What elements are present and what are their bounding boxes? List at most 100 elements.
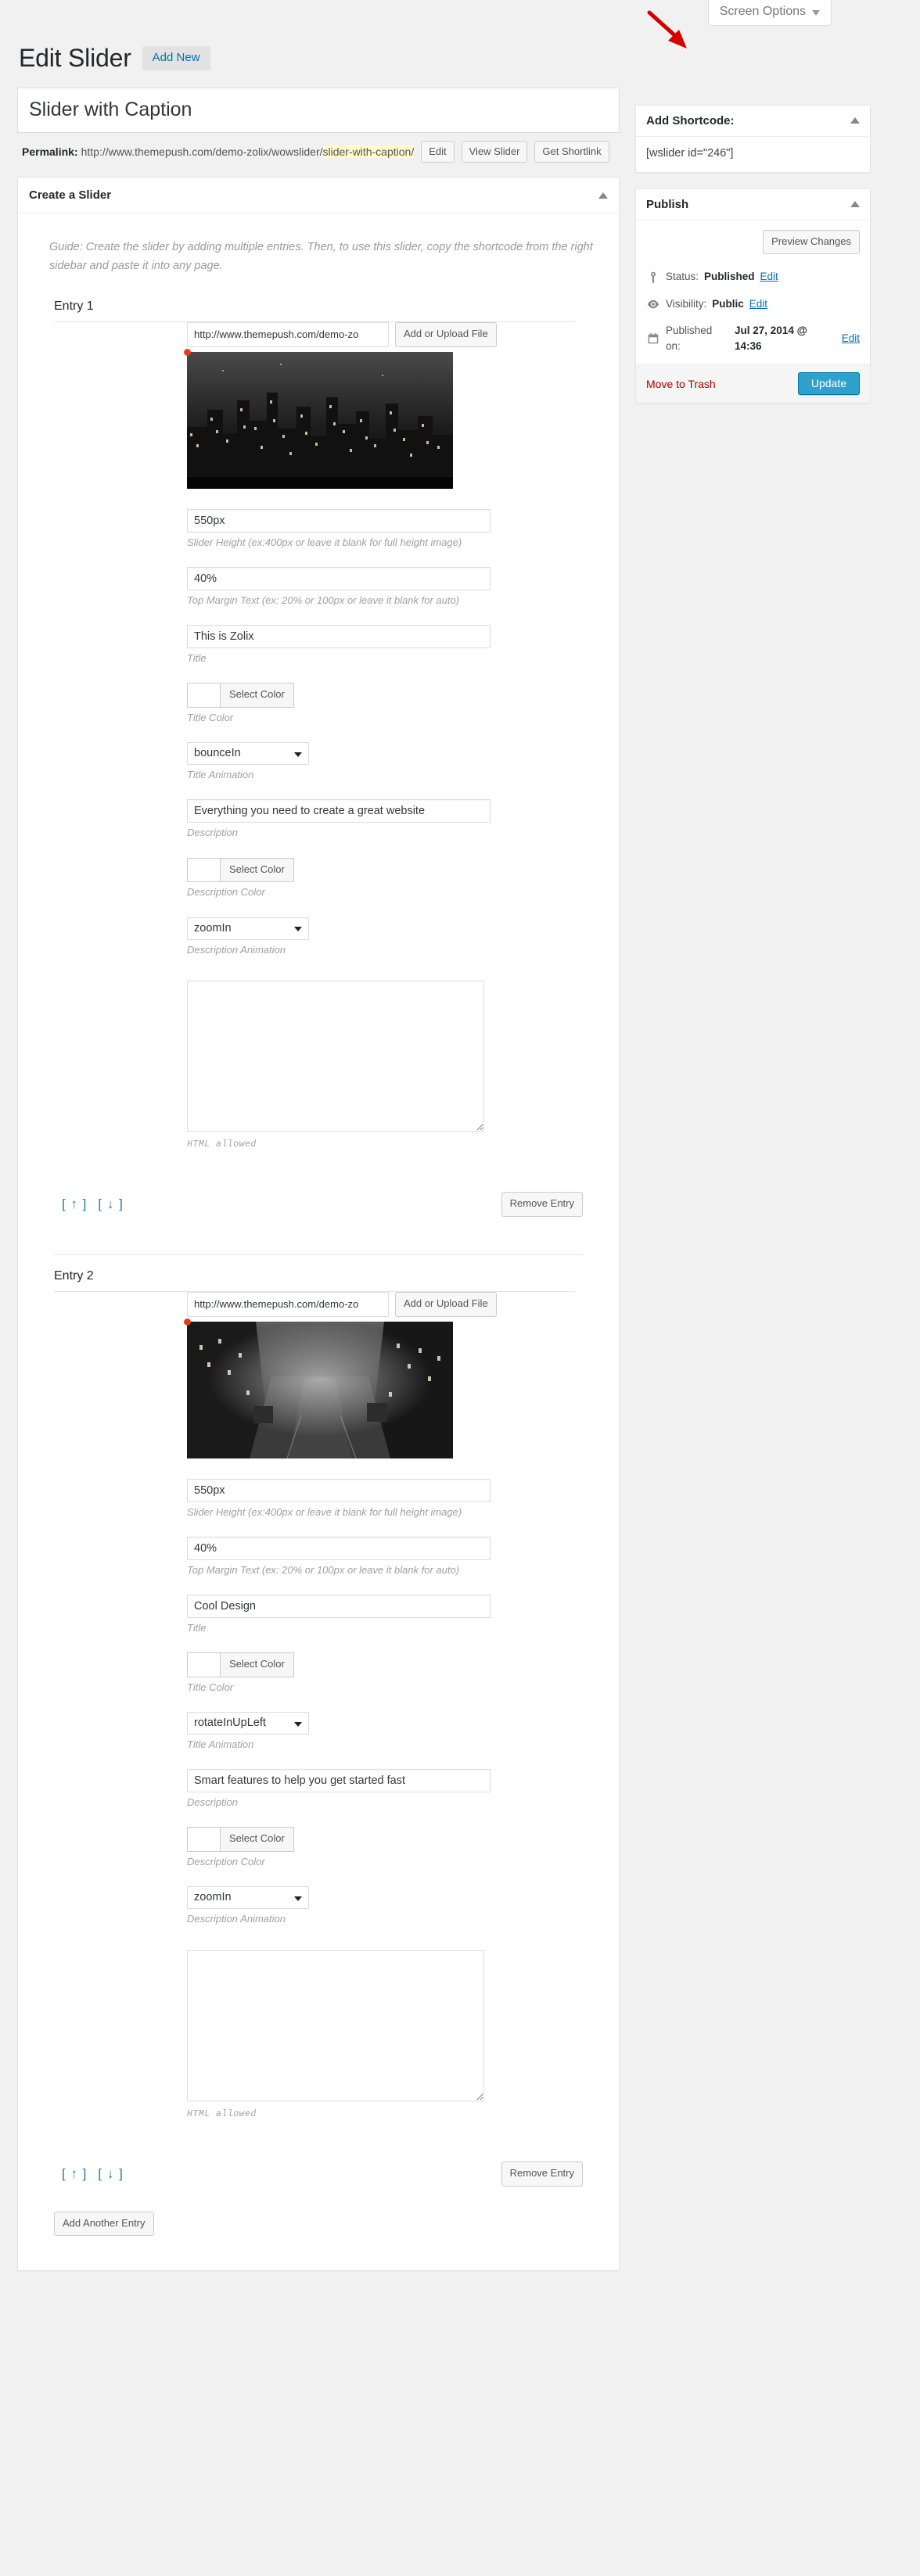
- entry-description-input[interactable]: [187, 799, 491, 823]
- slider-height-input[interactable]: [187, 1478, 491, 1502]
- title-color-picker[interactable]: Select Color: [187, 1652, 606, 1677]
- description-field: Description: [187, 799, 606, 840]
- create-slider-metabox-body: Guide: Create the slider by adding multi…: [18, 213, 619, 2270]
- add-shortcode-title: Add Shortcode:: [646, 113, 735, 127]
- shortcode-value[interactable]: [wslider id="246"]: [646, 145, 860, 161]
- description-field: Description: [187, 1769, 606, 1810]
- entry-move-links: [ ↑ ] [ ↓ ]: [62, 2166, 124, 2182]
- description-color-field: Select Color Description Color: [187, 857, 606, 900]
- title-animation-select[interactable]: rotateInUpLeft: [187, 1712, 309, 1735]
- edit-visibility-link[interactable]: Edit: [749, 296, 767, 312]
- entry-title-input[interactable]: [187, 1594, 491, 1618]
- entry-divider: [54, 1254, 583, 1255]
- slider-height-field: Slider Height (ex:400px or leave it blan…: [187, 508, 606, 550]
- entry-fields: Add or Upload File: [31, 1291, 606, 2138]
- publish-status-row: Status: Published Edit: [636, 264, 870, 290]
- description-select-color-button[interactable]: Select Color: [220, 1827, 294, 1853]
- entry-heading: Entry 2: [54, 1269, 575, 1292]
- move-to-trash-link[interactable]: Move to Trash: [646, 378, 716, 390]
- remove-image-icon[interactable]: [184, 348, 191, 356]
- screen-options-tab[interactable]: Screen Options: [707, 0, 832, 26]
- chevron-down-icon: [812, 9, 820, 16]
- remove-image-icon[interactable]: [184, 1318, 191, 1326]
- title-color-swatch[interactable]: [187, 1652, 220, 1677]
- major-publishing-actions: Move to Trash Update: [636, 364, 870, 404]
- title-animation-select-wrap[interactable]: rotateInUpLeft: [187, 1712, 309, 1735]
- title-animation-select-wrap[interactable]: bounceIn: [187, 742, 309, 766]
- image-url-input[interactable]: [187, 1291, 389, 1317]
- entry-description-label: Description: [187, 1796, 239, 1809]
- add-shortcode-header[interactable]: Add Shortcode:: [636, 106, 870, 137]
- title-select-color-button[interactable]: Select Color: [220, 683, 294, 709]
- title-animation-select[interactable]: bounceIn: [187, 742, 309, 766]
- add-shortcode-body: [wslider id="246"]: [636, 137, 870, 172]
- description-animation-select[interactable]: zoomIn: [187, 917, 309, 940]
- description-color-label: Description Color: [187, 886, 265, 899]
- add-or-upload-file-button[interactable]: Add or Upload File: [395, 1291, 497, 1317]
- get-shortlink-button[interactable]: Get Shortlink: [534, 140, 609, 163]
- entry-html-textarea[interactable]: [187, 980, 484, 1132]
- image-upload-row: Add or Upload File: [187, 1291, 606, 1317]
- description-color-swatch[interactable]: [187, 1827, 220, 1853]
- top-margin-input[interactable]: [187, 1536, 491, 1560]
- chevron-up-icon[interactable]: [850, 201, 860, 208]
- title-animation-field: bounceIn Title Animation: [187, 742, 606, 782]
- view-slider-button[interactable]: View Slider: [461, 140, 528, 163]
- add-or-upload-file-button[interactable]: Add or Upload File: [395, 321, 497, 347]
- status-value: Published: [704, 271, 755, 283]
- description-select-color-button[interactable]: Select Color: [220, 857, 294, 883]
- slider-height-input[interactable]: [187, 508, 491, 533]
- top-margin-input[interactable]: [187, 566, 491, 590]
- description-color-swatch[interactable]: [187, 857, 220, 883]
- field-spacer: [31, 322, 187, 1168]
- remove-entry-button[interactable]: Remove Entry: [501, 2161, 583, 2187]
- page-title-row: Edit Slider Add New: [19, 42, 904, 75]
- permalink-base: http://www.themepush.com/demo-zolix/wows…: [81, 145, 323, 158]
- add-another-entry-button[interactable]: Add Another Entry: [54, 2211, 154, 2237]
- edit-permalink-button[interactable]: Edit: [421, 140, 455, 163]
- description-animation-select-wrap[interactable]: zoomIn: [187, 1886, 309, 1910]
- entry-description-input[interactable]: [187, 1769, 491, 1793]
- entry-title-input[interactable]: [187, 625, 491, 649]
- publish-date-row: Published on: Jul 27, 2014 @ 14:36 Edit: [636, 318, 870, 364]
- description-animation-select[interactable]: zoomIn: [187, 1886, 309, 1910]
- post-status-pin-icon: [651, 271, 656, 284]
- description-animation-select-wrap[interactable]: zoomIn: [187, 917, 309, 940]
- move-entry-up-button[interactable]: [ ↑ ]: [62, 2166, 87, 2182]
- edit-status-link[interactable]: Edit: [760, 269, 778, 285]
- html-field: HTML allowed: [187, 980, 606, 1151]
- html-allowed-label: HTML allowed: [187, 1139, 257, 1150]
- add-new-button[interactable]: Add New: [142, 46, 210, 71]
- top-margin-label: Top Margin Text (ex: 20% or 100px or lea…: [187, 1563, 460, 1576]
- preview-changes-button[interactable]: Preview Changes: [763, 229, 860, 255]
- permalink-row: Permalink: http://www.themepush.com/demo…: [17, 133, 620, 178]
- entry-html-textarea[interactable]: [187, 1950, 484, 2101]
- chevron-up-icon[interactable]: [598, 192, 608, 199]
- create-slider-metabox-header[interactable]: Create a Slider: [18, 178, 619, 214]
- publish-box-title: Publish: [646, 197, 689, 211]
- entry-footer: [ ↑ ] [ ↓ ] Remove Entry: [62, 2161, 583, 2187]
- remove-entry-button[interactable]: Remove Entry: [501, 1191, 583, 1217]
- title-select-color-button[interactable]: Select Color: [220, 1652, 294, 1677]
- description-color-picker[interactable]: Select Color: [187, 1827, 606, 1853]
- slide-thumbnail-2: [187, 1321, 453, 1458]
- publish-visibility-row: Visibility: Public Edit: [636, 291, 870, 318]
- chevron-up-icon[interactable]: [850, 117, 860, 124]
- title-color-picker[interactable]: Select Color: [187, 683, 606, 709]
- description-color-picker[interactable]: Select Color: [187, 857, 606, 883]
- title-field: Title: [187, 1594, 606, 1635]
- move-entry-down-button[interactable]: [ ↓ ]: [98, 2166, 123, 2182]
- title-color-swatch[interactable]: [187, 683, 220, 709]
- post-title-input[interactable]: [18, 88, 619, 132]
- move-entry-down-button[interactable]: [ ↓ ]: [98, 1197, 123, 1212]
- update-button[interactable]: Update: [797, 372, 860, 396]
- title-color-label: Title Color: [187, 1681, 234, 1693]
- entry-description-label: Description: [187, 827, 239, 839]
- admin-columns: Permalink: http://www.themepush.com/demo…: [17, 87, 904, 2287]
- publish-box: Publish Preview Changes Status: Publishe…: [635, 188, 871, 404]
- publish-box-header[interactable]: Publish: [636, 189, 870, 221]
- screen-meta-bar: Screen Options: [0, 0, 920, 42]
- move-entry-up-button[interactable]: [ ↑ ]: [62, 1197, 87, 1212]
- image-url-input[interactable]: [187, 321, 389, 347]
- edit-published-date-link[interactable]: Edit: [842, 331, 860, 346]
